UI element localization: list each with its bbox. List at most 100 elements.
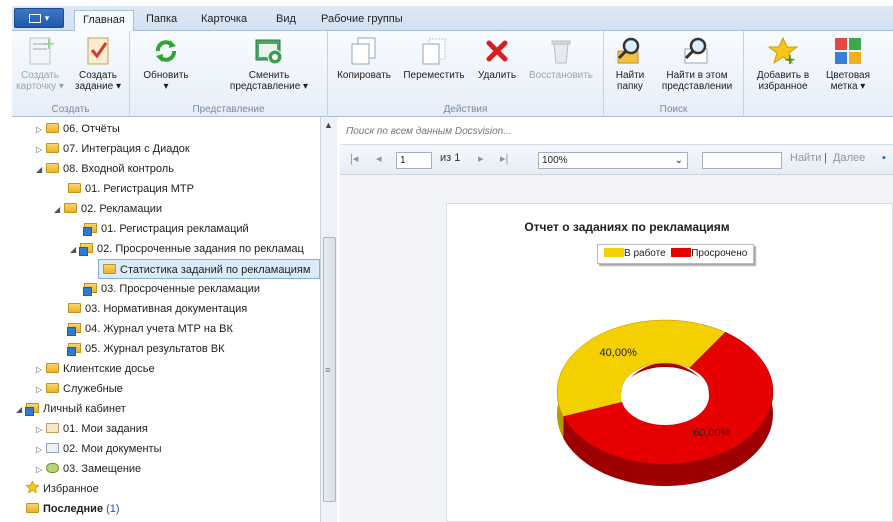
view-folder-icon [67,323,81,336]
expand-arrow-icon[interactable]: ▷ [36,120,46,140]
collapse-arrow-icon[interactable]: ◢ [54,200,64,220]
create-card-label: Создать карточку [16,70,59,92]
expand-arrow-icon[interactable]: ▷ [36,380,46,400]
tree-node-regulatory-docs[interactable]: 03. Нормативная документация [68,299,247,319]
last-page-icon[interactable]: ▸| [500,152,508,165]
find-folder-button[interactable]: Найти папку [610,35,650,92]
expand-arrow-icon[interactable]: ▷ [36,460,46,480]
tree-node-personal-cabinet[interactable]: ◢ Личный кабинет [16,399,126,419]
group-create: + Создать карточку ▾ Создать задание ▾ С… [12,31,130,117]
report-viewer: Отчет о заданиях по рекламациям В работе… [340,175,893,522]
expand-arrow-icon[interactable]: ▷ [36,440,46,460]
find-in-view-button[interactable]: Найти в этом представлении [654,35,740,92]
view-folder-icon [83,283,97,296]
collapse-arrow-icon[interactable]: ◢ [36,160,46,180]
view-folder-icon [83,223,97,236]
tab-card[interactable]: Карточка [193,10,255,31]
tree-node-my-documents[interactable]: ▷ 02. Мои документы [36,439,162,459]
tree-node-recent[interactable]: Последние (1) [26,499,120,519]
folder-icon [46,383,59,393]
change-view-button[interactable]: Сменить представление ▾ [216,35,322,92]
expand-arrow-icon[interactable]: ▷ [36,360,46,380]
tree-node-my-tasks[interactable]: ▷ 01. Мои задания [36,419,148,439]
svg-text:+: + [42,35,55,53]
splitter-grip-icon[interactable]: ≡ [325,365,330,375]
move-button[interactable]: Переместить [398,35,470,81]
tree-node-label: 02. Мои документы [63,443,162,455]
folder-icon [46,363,59,373]
tab-folder[interactable]: Папка [138,10,185,31]
copy-icon [348,35,380,67]
next-page-icon[interactable]: ▸ [478,152,484,165]
create-card-button[interactable]: + Создать карточку ▾ [14,34,66,92]
folder-icon [103,264,116,274]
tab-home[interactable]: Главная [74,10,134,32]
change-view-label: Сменить представление [229,70,301,92]
tree-node-mtr-registration[interactable]: 01. Регистрация МТР [68,179,194,199]
tree-node-substitution[interactable]: ▷ 03. Замещение [36,459,141,479]
expand-arrow-icon[interactable]: ▷ [36,140,46,160]
tree-scrollbar[interactable]: ▲ ≡ [320,117,337,522]
donut-data-label-0: 40,00% [600,347,638,359]
task-checkbox-icon [82,35,114,67]
tree-node-client-dossiers[interactable]: ▷ Клиентские досье [36,359,155,379]
documents-icon [46,443,59,453]
tree-node-label: 01. Регистрация МТР [85,183,194,195]
tree-node-overdue-tasks[interactable]: ◢ 02. Просроченные задания по рекламац [70,239,304,259]
tree-node-label: 03. Нормативная документация [85,303,248,315]
copy-button[interactable]: Копировать [332,35,396,81]
restore-button[interactable]: Восстановить [524,35,598,81]
application-menu-button[interactable]: ▾ [14,8,64,28]
create-task-button[interactable]: Создать задание ▾ [70,35,126,92]
tree-node-complaints[interactable]: ◢ 02. Рекламации [54,199,162,219]
move-label: Переместить [403,70,465,81]
donut-chart: 40,00% 60,00% [556,319,774,486]
delete-label: Удалить [477,70,517,81]
group-create-label: Создать [51,104,90,115]
tree-node-overdue-complaints[interactable]: 03. Просроченные рекламации [83,279,261,299]
folder-icon [46,123,59,133]
tree-node-service[interactable]: ▷ Служебные [36,379,123,399]
star-plus-icon: + [767,35,799,68]
tree-node-favorites[interactable]: Избранное [26,479,99,499]
tree-node-diadoc[interactable]: ▷ 07. Интеграция с Диадок [36,139,190,159]
search-bar [340,117,893,145]
tree-node-mtr-journal[interactable]: 04. Журнал учета МТР на ВК [67,319,233,339]
tree-node-input-control[interactable]: ◢ 08. Входной контроль [36,159,174,179]
search-input[interactable] [346,123,886,139]
add-to-favorites-button[interactable]: + Добавить в избранное [750,35,816,92]
tree-node-complaint-registration[interactable]: 01. Регистрация рекламаций [83,219,249,239]
tab-workgroups[interactable]: Рабочие группы [313,10,411,31]
ribbon-tab-bar: ▾ Главная Папка Карточка Вид Рабочие гру… [12,6,893,32]
tree-node-label: Клиентские досье [63,363,155,375]
export-icon[interactable]: ▪ [882,152,886,164]
refresh-button[interactable]: Обновить ▾ [138,35,194,92]
first-page-icon[interactable]: |◂ [350,152,358,165]
tab-view[interactable]: Вид [268,10,304,31]
tree-node-label: 03. Просроченные рекламации [101,283,261,295]
add-to-favorites-label: Добавить в избранное [756,70,810,92]
group-search: Найти папку Найти в этом представлении П… [604,31,744,117]
scroll-up-icon[interactable]: ▲ [324,120,333,130]
color-label-text: Цветовая метка [825,70,871,92]
group-view: Обновить ▾ Сменить представление ▾ Предст… [130,31,328,117]
report-find-input[interactable] [702,152,782,169]
folder-icon [46,163,59,173]
tree-node-task-statistics[interactable]: Статистика заданий по рекламациям [98,259,320,279]
page-number-field[interactable]: 1 [396,152,432,169]
tree-node-reports[interactable]: ▷ 06. Отчёты [36,119,120,139]
expand-arrow-icon[interactable]: ▷ [36,420,46,440]
delete-button[interactable]: Удалить [472,35,522,81]
tree-node-results-journal[interactable]: 05. Журнал результатов ВК [67,339,224,359]
prev-page-icon[interactable]: ◂ [376,152,382,165]
report-find-link[interactable]: Найти [790,152,821,164]
color-label-button[interactable]: Цветовая метка ▾ [820,35,876,92]
report-next-link[interactable]: Далее [833,152,865,164]
ribbon: + Создать карточку ▾ Создать задание ▾ С… [12,31,893,117]
zoom-select[interactable]: 100% ⌄ [538,152,688,169]
move-icon [418,35,450,67]
find-folder-label: Найти папку [615,70,645,92]
tree-node-label: 02. Рекламации [81,203,163,215]
personal-folder-icon [25,403,39,416]
donut-hole [621,367,709,425]
